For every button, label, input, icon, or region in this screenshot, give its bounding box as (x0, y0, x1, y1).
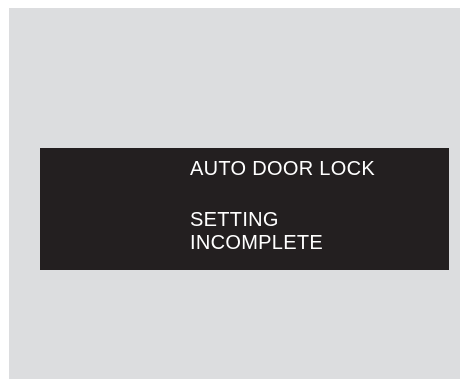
setting-title: AUTO DOOR LOCK (190, 158, 375, 180)
status-line-setting: SETTING (190, 209, 279, 231)
status-line-incomplete: INCOMPLETE (190, 232, 324, 254)
